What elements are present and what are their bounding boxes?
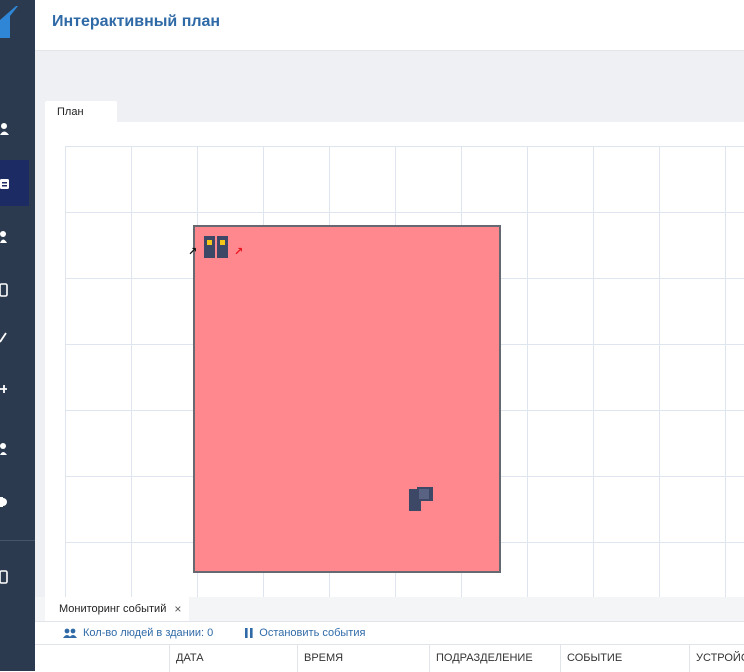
events-table-header: ДАТА ВРЕМЯ ПОДРАЗДЕЛЕНИЕ СОБЫТИЕ УСТРОЙС — [35, 644, 744, 672]
card-icon[interactable] — [0, 177, 14, 191]
column-header[interactable]: УСТРОЙС — [689, 645, 744, 672]
tab-plan-label: План — [57, 106, 84, 118]
tab-plan[interactable]: План — [45, 101, 117, 123]
people-count-label: Кол-во людей в здании: 0 — [83, 627, 214, 639]
close-icon[interactable]: × — [174, 602, 181, 616]
plan-canvas[interactable]: ↗ ↗ — [45, 122, 744, 597]
room-zone[interactable] — [193, 225, 501, 573]
events-panel: Мониторинг событий × Кол-во людей в здан… — [35, 597, 744, 672]
exit-arrow-icon[interactable]: ↗ — [234, 247, 243, 258]
people-count: Кол-во людей в здании: 0 — [63, 627, 213, 639]
exit-icon[interactable] — [0, 570, 14, 584]
logo-icon — [0, 6, 18, 38]
sidebar — [0, 0, 35, 671]
events-tabbar: Мониторинг событий × — [35, 597, 744, 622]
column-header[interactable]: ВРЕМЯ — [297, 645, 431, 672]
people-icon — [63, 628, 77, 638]
stop-events-button[interactable]: Остановить события — [245, 627, 365, 639]
gear-icon[interactable] — [0, 495, 14, 509]
tab-event-monitoring[interactable]: Мониторинг событий × — [45, 597, 190, 621]
stop-events-label: Остановить события — [259, 627, 366, 639]
group-icon[interactable] — [0, 442, 14, 456]
page-title: Интерактивный план — [52, 13, 221, 30]
column-header[interactable]: СОБЫТИЕ — [560, 645, 691, 672]
controller-icon[interactable] — [204, 236, 228, 258]
check-icon[interactable] — [0, 330, 14, 344]
badge-icon[interactable] — [0, 283, 14, 297]
pause-icon — [245, 628, 253, 638]
sidebar-separator — [0, 540, 35, 541]
entry-arrow-icon[interactable]: ↗ — [188, 247, 197, 258]
tab-event-monitoring-label: Мониторинг событий — [59, 603, 167, 615]
reader-icon[interactable] — [409, 487, 433, 511]
users-icon[interactable] — [0, 230, 14, 244]
column-header[interactable]: ПОДРАЗДЕЛЕНИЕ — [429, 645, 561, 672]
column-header[interactable]: ДАТА — [169, 645, 297, 672]
events-toolbar: Кол-во людей в здании: 0 Остановить собы… — [35, 622, 744, 644]
plus-icon[interactable] — [0, 382, 14, 396]
person-icon[interactable] — [0, 122, 14, 136]
